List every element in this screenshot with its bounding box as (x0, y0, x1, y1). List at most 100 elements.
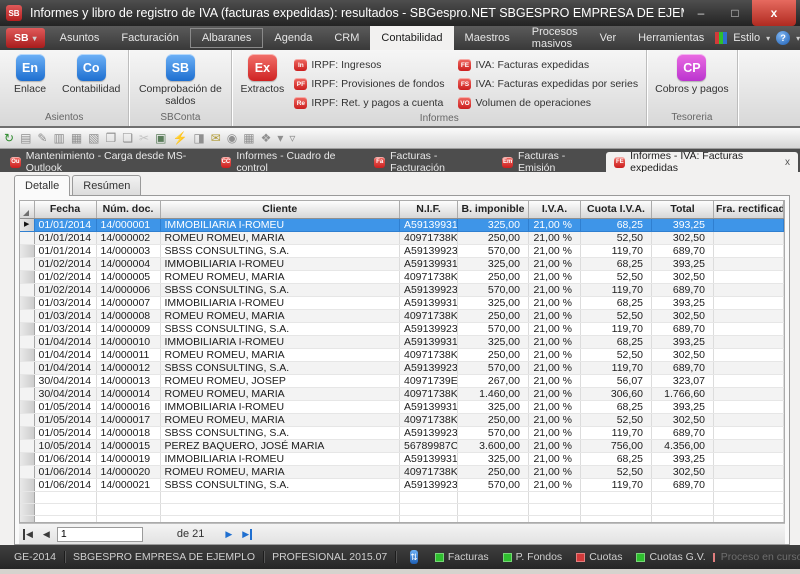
grid-cell[interactable]: 10/05/2014 (34, 439, 96, 452)
open-folder-icon[interactable]: ▤ (20, 132, 31, 144)
grid-cell[interactable]: 323,07 (652, 374, 714, 387)
minimize-button[interactable]: – (684, 0, 718, 26)
grid-cell[interactable]: 21,00 % (529, 452, 581, 465)
column-header-total[interactable]: Total (652, 201, 714, 218)
column-header-fra-rectificada[interactable]: Fra. rectificada (714, 201, 784, 218)
paste-icon[interactable]: ❏ (122, 132, 133, 144)
grid-cell[interactable]: 01/03/2014 (34, 322, 96, 335)
row-selector[interactable] (20, 515, 34, 523)
grid-cell[interactable]: 21,00 % (529, 348, 581, 361)
grid-cell[interactable] (160, 515, 400, 523)
row-selector[interactable] (20, 413, 34, 426)
grid-cell[interactable]: SBSS CONSULTING, S.A. (160, 283, 400, 296)
grid-cell[interactable]: 250,00 (458, 309, 529, 322)
grid-cell[interactable]: 52,50 (581, 270, 652, 283)
grid-cell[interactable]: ROMEU ROMEU, MARIA (160, 309, 400, 322)
grid-cell[interactable]: 689,70 (652, 322, 714, 335)
grid-cell[interactable]: 119,70 (581, 478, 652, 491)
grid-cell[interactable]: 325,00 (458, 296, 529, 309)
duplicate-icon[interactable]: ▦ (71, 132, 82, 144)
extractos-button[interactable]: Ex Extractos (240, 54, 284, 95)
grid-cell[interactable]: 1.460,00 (458, 387, 529, 400)
grid-cell[interactable] (714, 283, 784, 296)
grid-cell[interactable]: 325,00 (458, 335, 529, 348)
grid-cell[interactable]: 14/000021 (96, 478, 160, 491)
grid-cell[interactable]: 14/000011 (96, 348, 160, 361)
grid-cell[interactable]: IMMOBILIARIA I-ROMEU (160, 257, 400, 270)
grid-cell[interactable]: 01/01/2014 (34, 231, 96, 244)
grid-cell[interactable] (529, 503, 581, 515)
tab-close-icon[interactable]: x (785, 157, 790, 168)
grid-cell[interactable]: 14/000004 (96, 257, 160, 270)
grid-cell[interactable]: 40971738K (400, 231, 458, 244)
new-folder-icon[interactable]: ▥ (53, 132, 64, 144)
menu-tab-ver[interactable]: Ver (589, 26, 628, 50)
mdi-tab-mantenimiento-carga-desde-ms-outlook[interactable]: OuMantenimiento - Carga desde MS-Outlook (2, 152, 211, 172)
grid-cell[interactable]: 01/01/2014 (34, 218, 96, 231)
refresh-icon[interactable]: ↻ (4, 132, 14, 144)
grid-cell[interactable]: 325,00 (458, 400, 529, 413)
grid-cell[interactable]: 325,00 (458, 257, 529, 270)
ribbon-item-irpf-ingresos[interactable]: InIRPF: Ingresos (294, 56, 444, 74)
grid-cell[interactable] (458, 515, 529, 523)
page-input[interactable] (57, 527, 143, 542)
grid-cell[interactable]: 01/04/2014 (34, 335, 96, 348)
menu-tab-facturaci-n[interactable]: Facturación (110, 26, 189, 50)
grid-cell[interactable]: 52,50 (581, 348, 652, 361)
grid-cell[interactable] (714, 387, 784, 400)
ribbon-item-iva-facturas-expedidas[interactable]: FEIVA: Facturas expedidas (458, 56, 638, 74)
grid-cell[interactable]: 68,25 (581, 257, 652, 270)
grid-cell[interactable]: 570,00 (458, 283, 529, 296)
grid-cell[interactable]: 14/000020 (96, 465, 160, 478)
grid-cell[interactable]: IMMOBILIARIA I-ROMEU (160, 400, 400, 413)
grid-cell[interactable]: 14/000009 (96, 322, 160, 335)
grid-cell[interactable]: 250,00 (458, 348, 529, 361)
grid-cell[interactable] (714, 231, 784, 244)
grid-cell[interactable]: ROMEU ROMEU, JOSEP (160, 374, 400, 387)
grid-cell[interactable] (400, 491, 458, 503)
help-icon[interactable]: ? (776, 31, 790, 45)
grid-cell[interactable]: 14/000013 (96, 374, 160, 387)
row-selector[interactable] (20, 322, 34, 335)
grid-cell[interactable]: 14/000012 (96, 361, 160, 374)
chevron-down-icon[interactable]: ▾ (766, 34, 770, 43)
tab-detalle[interactable]: Detalle (14, 175, 70, 196)
grid-cell[interactable]: 68,25 (581, 218, 652, 231)
grid-cell[interactable]: A59139923 (400, 322, 458, 335)
grid-cell[interactable]: 250,00 (458, 413, 529, 426)
grid-cell[interactable] (400, 503, 458, 515)
ribbon-item-irpf-provisiones-de-fondos[interactable]: PFIRPF: Provisiones de fondos (294, 75, 444, 93)
grid-cell[interactable]: 21,00 % (529, 439, 581, 452)
grid-cell[interactable] (652, 491, 714, 503)
grid-cell[interactable] (714, 465, 784, 478)
last-page-button[interactable]: ▶ (239, 529, 252, 540)
grid-cell[interactable]: 119,70 (581, 283, 652, 296)
grid-cell[interactable]: 30/04/2014 (34, 374, 96, 387)
grid-cell[interactable]: 306,60 (581, 387, 652, 400)
grid-cell[interactable]: 01/02/2014 (34, 283, 96, 296)
grid-cell[interactable]: A59139923 (400, 244, 458, 257)
grid-cell[interactable]: 21,00 % (529, 465, 581, 478)
grid-cell[interactable]: 40971738K (400, 465, 458, 478)
row-selector[interactable] (20, 231, 34, 244)
estilo-menu[interactable]: Estilo (733, 32, 760, 44)
grid-cell[interactable]: 250,00 (458, 465, 529, 478)
grid-cell[interactable] (34, 503, 96, 515)
menu-tab-asuntos[interactable]: Asuntos (49, 26, 111, 50)
grid-cell[interactable]: 689,70 (652, 283, 714, 296)
grid-cell[interactable]: 14/000007 (96, 296, 160, 309)
row-selector[interactable] (20, 296, 34, 309)
grid-cell[interactable]: 302,50 (652, 309, 714, 322)
row-selector[interactable] (20, 426, 34, 439)
grid-cell[interactable]: ROMEU ROMEU, MARIA (160, 270, 400, 283)
grid-cell[interactable]: 40971738K (400, 270, 458, 283)
grid-cell[interactable]: 68,25 (581, 296, 652, 309)
grid-cell[interactable] (714, 413, 784, 426)
copy-icon[interactable]: ❐ (106, 132, 117, 144)
grid-cell[interactable]: IMMOBILIARIA I-ROMEU (160, 218, 400, 231)
grid-cell[interactable] (714, 270, 784, 283)
more-dropdown-icon[interactable]: ▾ (277, 132, 283, 144)
grid-cell[interactable]: 40971738K (400, 309, 458, 322)
grid-cell[interactable]: 21,00 % (529, 374, 581, 387)
grid-cell[interactable]: 01/01/2014 (34, 244, 96, 257)
